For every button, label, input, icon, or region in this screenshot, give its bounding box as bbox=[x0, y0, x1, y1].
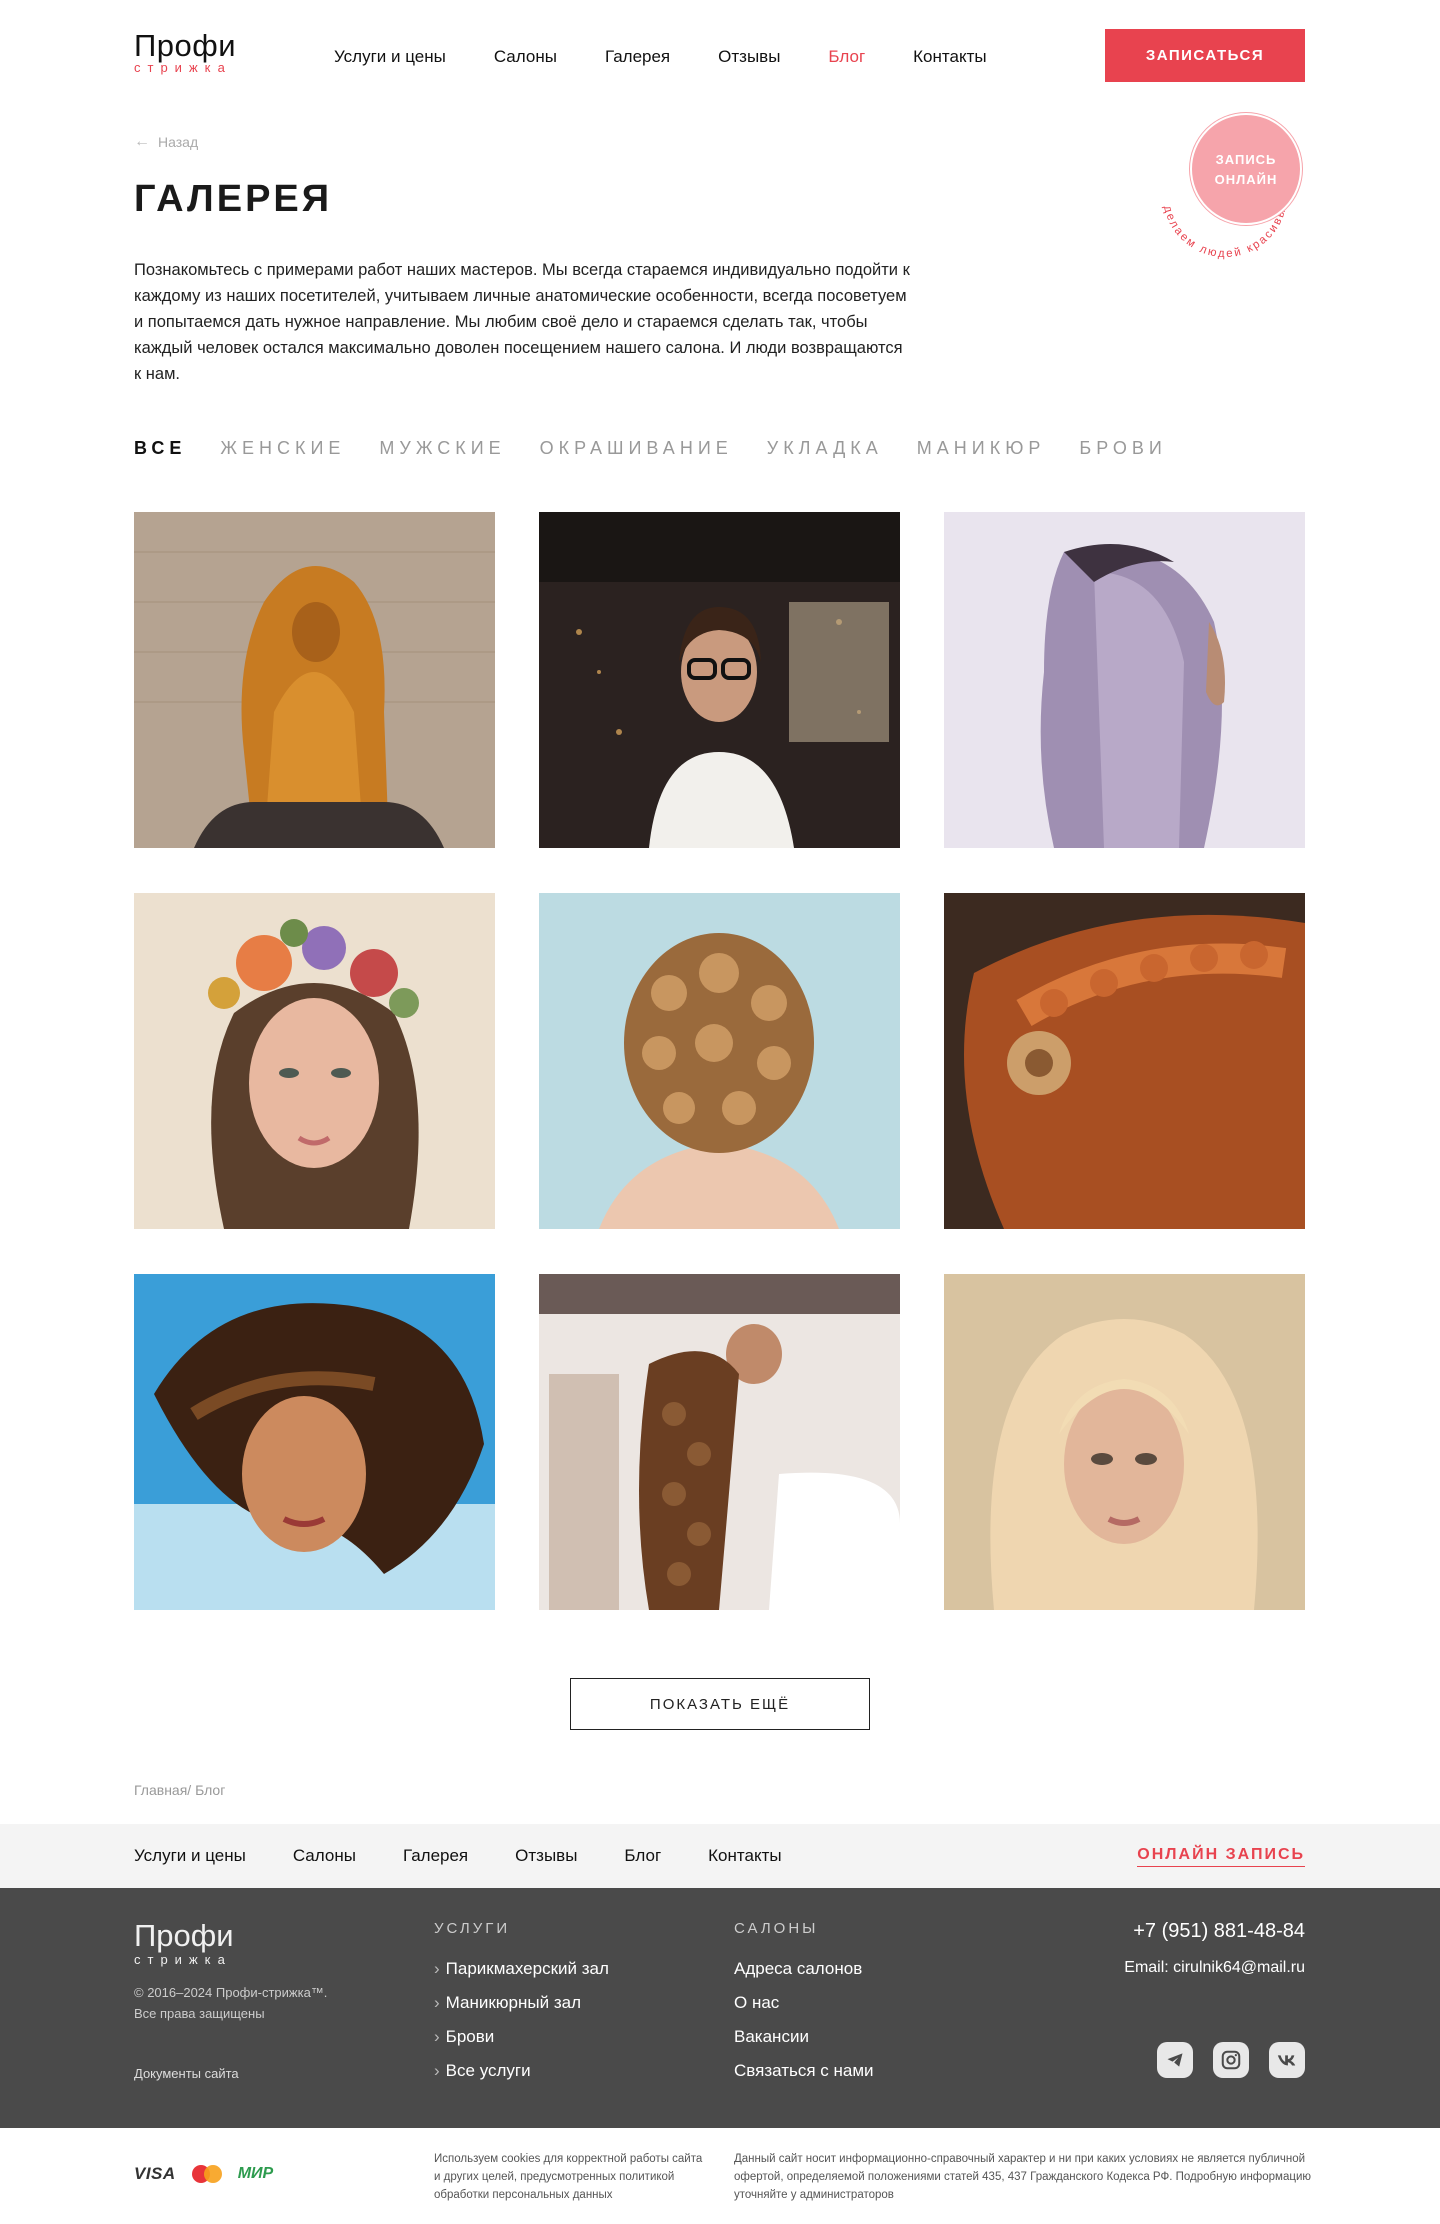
footer-about[interactable]: О нас bbox=[734, 1993, 874, 2013]
book-button[interactable]: ЗАПИСАТЬСЯ bbox=[1105, 29, 1305, 82]
footer-logo-bottom: стрижка bbox=[134, 1952, 232, 1967]
footer-logo[interactable]: Профи стрижка bbox=[134, 1918, 234, 1968]
nav-salons[interactable]: Салоны bbox=[494, 47, 557, 67]
footer-nav-gallery[interactable]: Галерея bbox=[403, 1846, 468, 1866]
nav-services[interactable]: Услуги и цены bbox=[334, 47, 446, 67]
nav-reviews[interactable]: Отзывы bbox=[718, 47, 780, 67]
footer-nav-services[interactable]: Услуги и цены bbox=[134, 1846, 246, 1866]
back-link[interactable]: ← Назад bbox=[134, 133, 198, 151]
footer-logo-top: Профи bbox=[134, 1918, 234, 1953]
photo-blonde-bangs[interactable] bbox=[944, 1274, 1305, 1610]
intro-text: Познакомьтесь с примерами работ наших ма… bbox=[134, 261, 910, 383]
tab-women[interactable]: ЖЕНСКИЕ bbox=[220, 438, 345, 459]
footer-service-hair-label: Парикмахерский зал bbox=[445, 1959, 609, 1978]
chevron-right-icon: › bbox=[434, 1993, 440, 2012]
footer-nav-links: Услуги и цены Салоны Галерея Отзывы Блог… bbox=[134, 1846, 829, 1866]
footer-service-nails[interactable]: › Маникюрный зал bbox=[434, 1993, 609, 2013]
legal-strip: VISA МИР Используем cookies для корректн… bbox=[0, 2128, 1440, 2224]
badge-line-2: ОНЛАЙН bbox=[1214, 172, 1278, 187]
footer-service-all[interactable]: › Все услуги bbox=[434, 2061, 609, 2081]
photo-woman-glasses[interactable] bbox=[539, 512, 900, 848]
badge-text: ЗАПИСЬ ОНЛАЙН bbox=[1190, 150, 1302, 190]
footer-nav-reviews[interactable]: Отзывы bbox=[515, 1846, 577, 1866]
tab-men[interactable]: МУЖСКИЕ bbox=[379, 438, 505, 459]
tab-coloring[interactable]: ОКРАШИВАНИЕ bbox=[540, 438, 733, 459]
footer-services-title: УСЛУГИ bbox=[434, 1920, 511, 1937]
nav-contacts[interactable]: Контакты bbox=[913, 47, 986, 67]
footer-salon-addresses[interactable]: Адреса салонов bbox=[734, 1959, 874, 1979]
documents-link[interactable]: Документы сайта bbox=[134, 2066, 239, 2081]
social-links bbox=[1137, 2042, 1305, 2078]
tab-brows[interactable]: БРОВИ bbox=[1079, 438, 1166, 459]
site-header: Профи стрижка Услуги и цены Салоны Галер… bbox=[0, 0, 1440, 115]
footer-service-brows[interactable]: › Брови bbox=[434, 2027, 609, 2047]
footer-service-nails-label: Маникюрный зал bbox=[445, 1993, 581, 2012]
copyright-line-2: Все права защищены bbox=[134, 2006, 265, 2021]
photo-curly-bob[interactable] bbox=[539, 893, 900, 1229]
payment-methods: VISA МИР bbox=[134, 2164, 273, 2184]
visa-logo: VISA bbox=[134, 2164, 176, 2183]
badge-line-1: ЗАПИСЬ bbox=[1215, 152, 1277, 167]
photo-flower-crown[interactable] bbox=[134, 893, 495, 1229]
vk-icon[interactable] bbox=[1269, 2042, 1305, 2078]
footer-nav-contacts[interactable]: Контакты bbox=[708, 1846, 781, 1866]
page-title: ГАЛЕРЕЯ bbox=[134, 178, 333, 220]
photo-half-up-knot[interactable] bbox=[134, 512, 495, 848]
main-nav: Услуги и цены Салоны Галерея Отзывы Блог… bbox=[334, 47, 1035, 67]
mastercard-logo bbox=[191, 2165, 222, 2183]
nav-gallery[interactable]: Галерея bbox=[605, 47, 670, 67]
arrow-left-icon: ← bbox=[134, 133, 150, 150]
gallery-filter-tabs: ВСЕ ЖЕНСКИЕ МУЖСКИЕ ОКРАШИВАНИЕ УКЛАДКА … bbox=[134, 438, 1201, 459]
photo-long-curls[interactable] bbox=[539, 1274, 900, 1610]
nav-blog[interactable]: Блог bbox=[828, 47, 865, 67]
cookie-notice: Используем cookies для корректной работы… bbox=[434, 2153, 703, 2201]
footer-vacancies[interactable]: Вакансии bbox=[734, 2027, 874, 2047]
breadcrumb[interactable]: Главная/ Блог bbox=[134, 1782, 225, 1798]
footer-nav-salons[interactable]: Салоны bbox=[293, 1846, 356, 1866]
footer-service-brows-label: Брови bbox=[445, 2027, 495, 2046]
chevron-right-icon: › bbox=[434, 1959, 440, 1978]
copyright: © 2016–2024 Профи-стрижка™. Все права за… bbox=[134, 1982, 327, 2024]
legal-disclaimer: Данный сайт носит информационно-справочн… bbox=[734, 2153, 1311, 2201]
tab-manicure[interactable]: МАНИКЮР bbox=[917, 438, 1046, 459]
footer-salons-title: САЛОНЫ bbox=[734, 1920, 819, 1937]
photo-lavender-hair[interactable] bbox=[944, 512, 1305, 848]
footer-nav-bar: Услуги и цены Салоны Галерея Отзывы Блог… bbox=[0, 1824, 1440, 1888]
footer-service-hair[interactable]: › Парикмахерский зал bbox=[434, 1959, 609, 1979]
photo-windblown-curls[interactable] bbox=[134, 1274, 495, 1610]
chevron-right-icon: › bbox=[434, 2027, 440, 2046]
footer-contact-us[interactable]: Связаться с нами bbox=[734, 2061, 874, 2081]
instagram-icon[interactable] bbox=[1213, 2042, 1249, 2078]
footer-nav-blog[interactable]: Блог bbox=[624, 1846, 661, 1866]
footer-email[interactable]: Email: cirulnik64@mail.ru bbox=[1124, 1959, 1305, 1977]
telegram-icon[interactable] bbox=[1157, 2042, 1193, 2078]
chevron-right-icon: › bbox=[434, 2061, 440, 2080]
mir-logo: МИР bbox=[237, 2165, 274, 2182]
footer-phone[interactable]: +7 (951) 881-48-84 bbox=[1133, 1920, 1305, 1943]
tab-styling[interactable]: УКЛАДКА bbox=[767, 438, 883, 459]
logo[interactable]: Профи стрижка bbox=[134, 28, 264, 76]
copyright-line-1: © 2016–2024 Профи-стрижка™. bbox=[134, 1985, 328, 2000]
footer-services-column: УСЛУГИ › Парикмахерский зал › Маникюрный з… bbox=[434, 1920, 609, 2095]
footer-salons-column: САЛОНЫ Адреса салонов О нас Вакансии Свя… bbox=[734, 1920, 874, 2095]
tab-all[interactable]: ВСЕ bbox=[134, 438, 186, 459]
online-booking-badge[interactable]: делаем людей красивыми уже 8 лет ЗАПИСЬ … bbox=[1140, 110, 1310, 280]
logo-bottom: стрижка bbox=[134, 60, 232, 75]
photo-red-braid[interactable] bbox=[944, 893, 1305, 1229]
logo-top: Профи bbox=[134, 28, 237, 63]
show-more-button[interactable]: ПОКАЗАТЬ ЕЩЁ bbox=[570, 1678, 870, 1730]
footer-service-all-label: Все услуги bbox=[445, 2061, 531, 2080]
site-footer: Профи стрижка © 2016–2024 Профи-стрижка™… bbox=[0, 1888, 1440, 2128]
online-booking-link[interactable]: ОНЛАЙН ЗАПИСЬ bbox=[1137, 1846, 1305, 1867]
back-label: Назад bbox=[158, 134, 199, 150]
